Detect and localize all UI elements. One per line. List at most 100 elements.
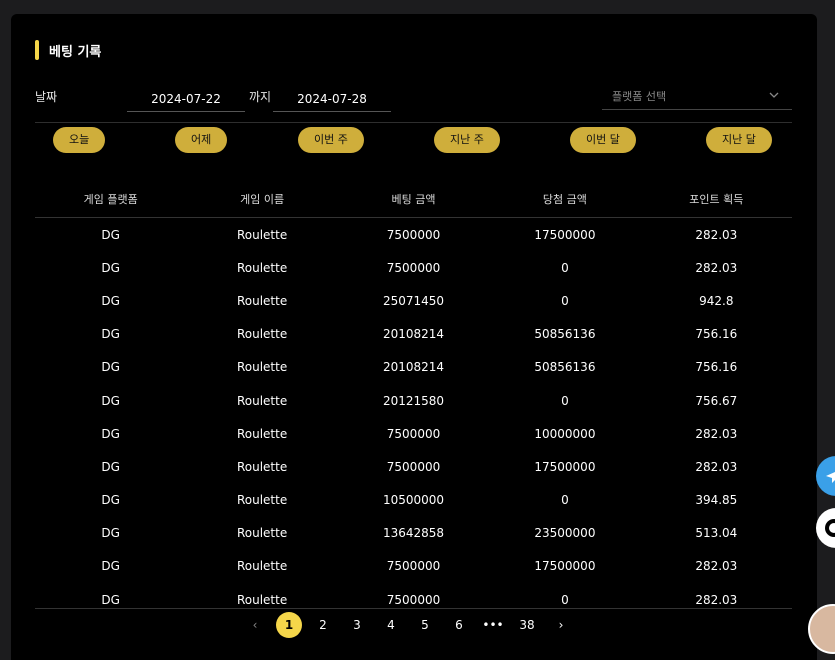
- prev-page-button[interactable]: ‹: [238, 612, 272, 638]
- cell-win-amount: 50856136: [534, 360, 596, 375]
- table-bottom-divider: [35, 608, 792, 609]
- filter-divider: [35, 122, 792, 123]
- cell-win-amount: 0: [561, 493, 569, 508]
- cell-game-name: Roulette: [236, 393, 288, 408]
- quick-button-yesterday[interactable]: 어제: [175, 127, 228, 153]
- cell-bet-amount: 10500000: [382, 493, 445, 508]
- date-filter-row: 날짜 2024-07-22 까지 2024-07-28 플랫폼 선택: [35, 88, 792, 114]
- cell-points-earned: 756.16: [695, 327, 738, 342]
- cell-game-name: Roulette: [236, 493, 288, 508]
- table-row: DG Roulette 7500000 17500000 282.03: [35, 450, 792, 483]
- quick-button-this-month[interactable]: 이번 달: [570, 127, 636, 153]
- cell-game-name: Roulette: [236, 260, 288, 275]
- cell-points-earned: 394.85: [695, 493, 738, 508]
- until-label: 까지: [249, 90, 272, 104]
- page-button-3[interactable]: 3: [340, 612, 374, 638]
- table-row: DG Roulette 7500000 10000000 282.03: [35, 417, 792, 450]
- pagination: ‹ 1 2 3 4 5 6 ••• 38 ›: [238, 612, 578, 638]
- cell-game-name: Roulette: [236, 526, 288, 541]
- page-button-1[interactable]: 1: [272, 612, 306, 638]
- cell-game-platform: DG: [101, 592, 120, 607]
- telegram-plane-icon: [826, 472, 835, 483]
- cell-game-platform: DG: [101, 293, 120, 308]
- cell-win-amount: 17500000: [534, 459, 596, 474]
- table-row: DG Roulette 7500000 17500000 282.03: [35, 550, 792, 583]
- quick-button-last-month[interactable]: 지난 달: [706, 127, 772, 153]
- cell-game-platform: DG: [101, 327, 120, 342]
- cell-game-name: Roulette: [236, 426, 288, 441]
- chat-bubble-icon: [825, 519, 835, 537]
- cell-game-platform: DG: [101, 493, 120, 508]
- cell-game-platform: DG: [101, 559, 120, 574]
- cell-game-name: Roulette: [236, 227, 288, 242]
- cell-game-platform: DG: [101, 526, 120, 541]
- header-game-platform: 게임 플랫폼: [83, 193, 138, 206]
- cell-bet-amount: 7500000: [386, 426, 441, 441]
- cell-bet-amount: 7500000: [386, 459, 441, 474]
- cell-points-earned: 756.67: [695, 393, 738, 408]
- cell-game-platform: DG: [101, 426, 120, 441]
- header-game-name: 게임 이름: [240, 193, 285, 206]
- next-page-button[interactable]: ›: [544, 612, 578, 638]
- table-row: DG Roulette 7500000 17500000 282.03: [35, 218, 792, 251]
- quick-button-today[interactable]: 오늘: [53, 127, 106, 153]
- quick-button-this-week[interactable]: 이번 주: [298, 127, 364, 153]
- date-label: 날짜: [35, 90, 58, 104]
- platform-select[interactable]: 플랫폼 선택: [602, 86, 792, 110]
- cell-points-earned: 282.03: [695, 227, 738, 242]
- telegram-icon[interactable]: [816, 456, 835, 496]
- page-title: 베팅 기록: [49, 44, 102, 60]
- cell-win-amount: 23500000: [534, 526, 596, 541]
- header-points-earned: 포인트 획득: [689, 193, 744, 206]
- page-header: 베팅 기록: [35, 40, 101, 60]
- page-button-38[interactable]: 38: [510, 612, 544, 638]
- cell-bet-amount: 13642858: [382, 526, 445, 541]
- cell-bet-amount: 25071450: [382, 293, 445, 308]
- cell-bet-amount: 7500000: [386, 559, 441, 574]
- cell-win-amount: 10000000: [534, 426, 596, 441]
- cell-game-platform: DG: [101, 260, 120, 275]
- table-body: DG Roulette 7500000 17500000 282.03 DG Roulett…: [35, 218, 792, 616]
- end-date-input[interactable]: 2024-07-28: [273, 88, 391, 112]
- table-header: 게임 플랫폼 게임 이름 베팅 금액 당첨 금액 포인트 획득: [35, 192, 792, 218]
- cell-bet-amount: 20108214: [382, 360, 445, 375]
- header-bet-amount: 베팅 금액: [391, 193, 436, 206]
- cell-game-platform: DG: [101, 393, 120, 408]
- cell-points-earned: 282.03: [695, 592, 738, 607]
- title-accent-bar: [35, 40, 39, 60]
- cell-win-amount: 0: [561, 393, 569, 408]
- cell-game-name: Roulette: [236, 459, 288, 474]
- cell-win-amount: 17500000: [534, 227, 596, 242]
- quick-button-last-week[interactable]: 지난 주: [434, 127, 500, 153]
- start-date-input[interactable]: 2024-07-22: [127, 88, 245, 112]
- header-win-amount: 당첨 금액: [542, 193, 587, 206]
- cell-game-name: Roulette: [236, 559, 288, 574]
- cell-win-amount: 0: [561, 592, 569, 607]
- cell-points-earned: 282.03: [695, 426, 738, 441]
- table-row: DG Roulette 10500000 0 394.85: [35, 484, 792, 517]
- page-button-6[interactable]: 6: [442, 612, 476, 638]
- table-row: DG Roulette 25071450 0 942.8: [35, 284, 792, 317]
- page-button-4[interactable]: 4: [374, 612, 408, 638]
- cell-points-earned: 513.04: [695, 526, 738, 541]
- cell-points-earned: 756.16: [695, 360, 738, 375]
- kakaotalk-icon[interactable]: [816, 508, 835, 548]
- cell-win-amount: 17500000: [534, 559, 596, 574]
- cell-game-platform: DG: [101, 360, 120, 375]
- cell-points-earned: 282.03: [695, 559, 738, 574]
- cell-game-name: Roulette: [236, 293, 288, 308]
- cell-points-earned: 282.03: [695, 260, 738, 275]
- cell-win-amount: 0: [561, 293, 569, 308]
- page-button-5[interactable]: 5: [408, 612, 442, 638]
- table-row: DG Roulette 13642858 23500000 513.04: [35, 517, 792, 550]
- page-ellipsis[interactable]: •••: [476, 612, 510, 638]
- cell-points-earned: 942.8: [699, 293, 734, 308]
- cell-game-name: Roulette: [236, 327, 288, 342]
- table-row: DG Roulette 7500000 0 282.03: [35, 251, 792, 284]
- page-button-2[interactable]: 2: [306, 612, 340, 638]
- cell-game-platform: DG: [101, 459, 120, 474]
- cell-bet-amount: 20108214: [382, 327, 445, 342]
- cell-bet-amount: 7500000: [386, 260, 441, 275]
- cell-game-name: Roulette: [236, 360, 288, 375]
- chevron-down-icon: [769, 92, 779, 98]
